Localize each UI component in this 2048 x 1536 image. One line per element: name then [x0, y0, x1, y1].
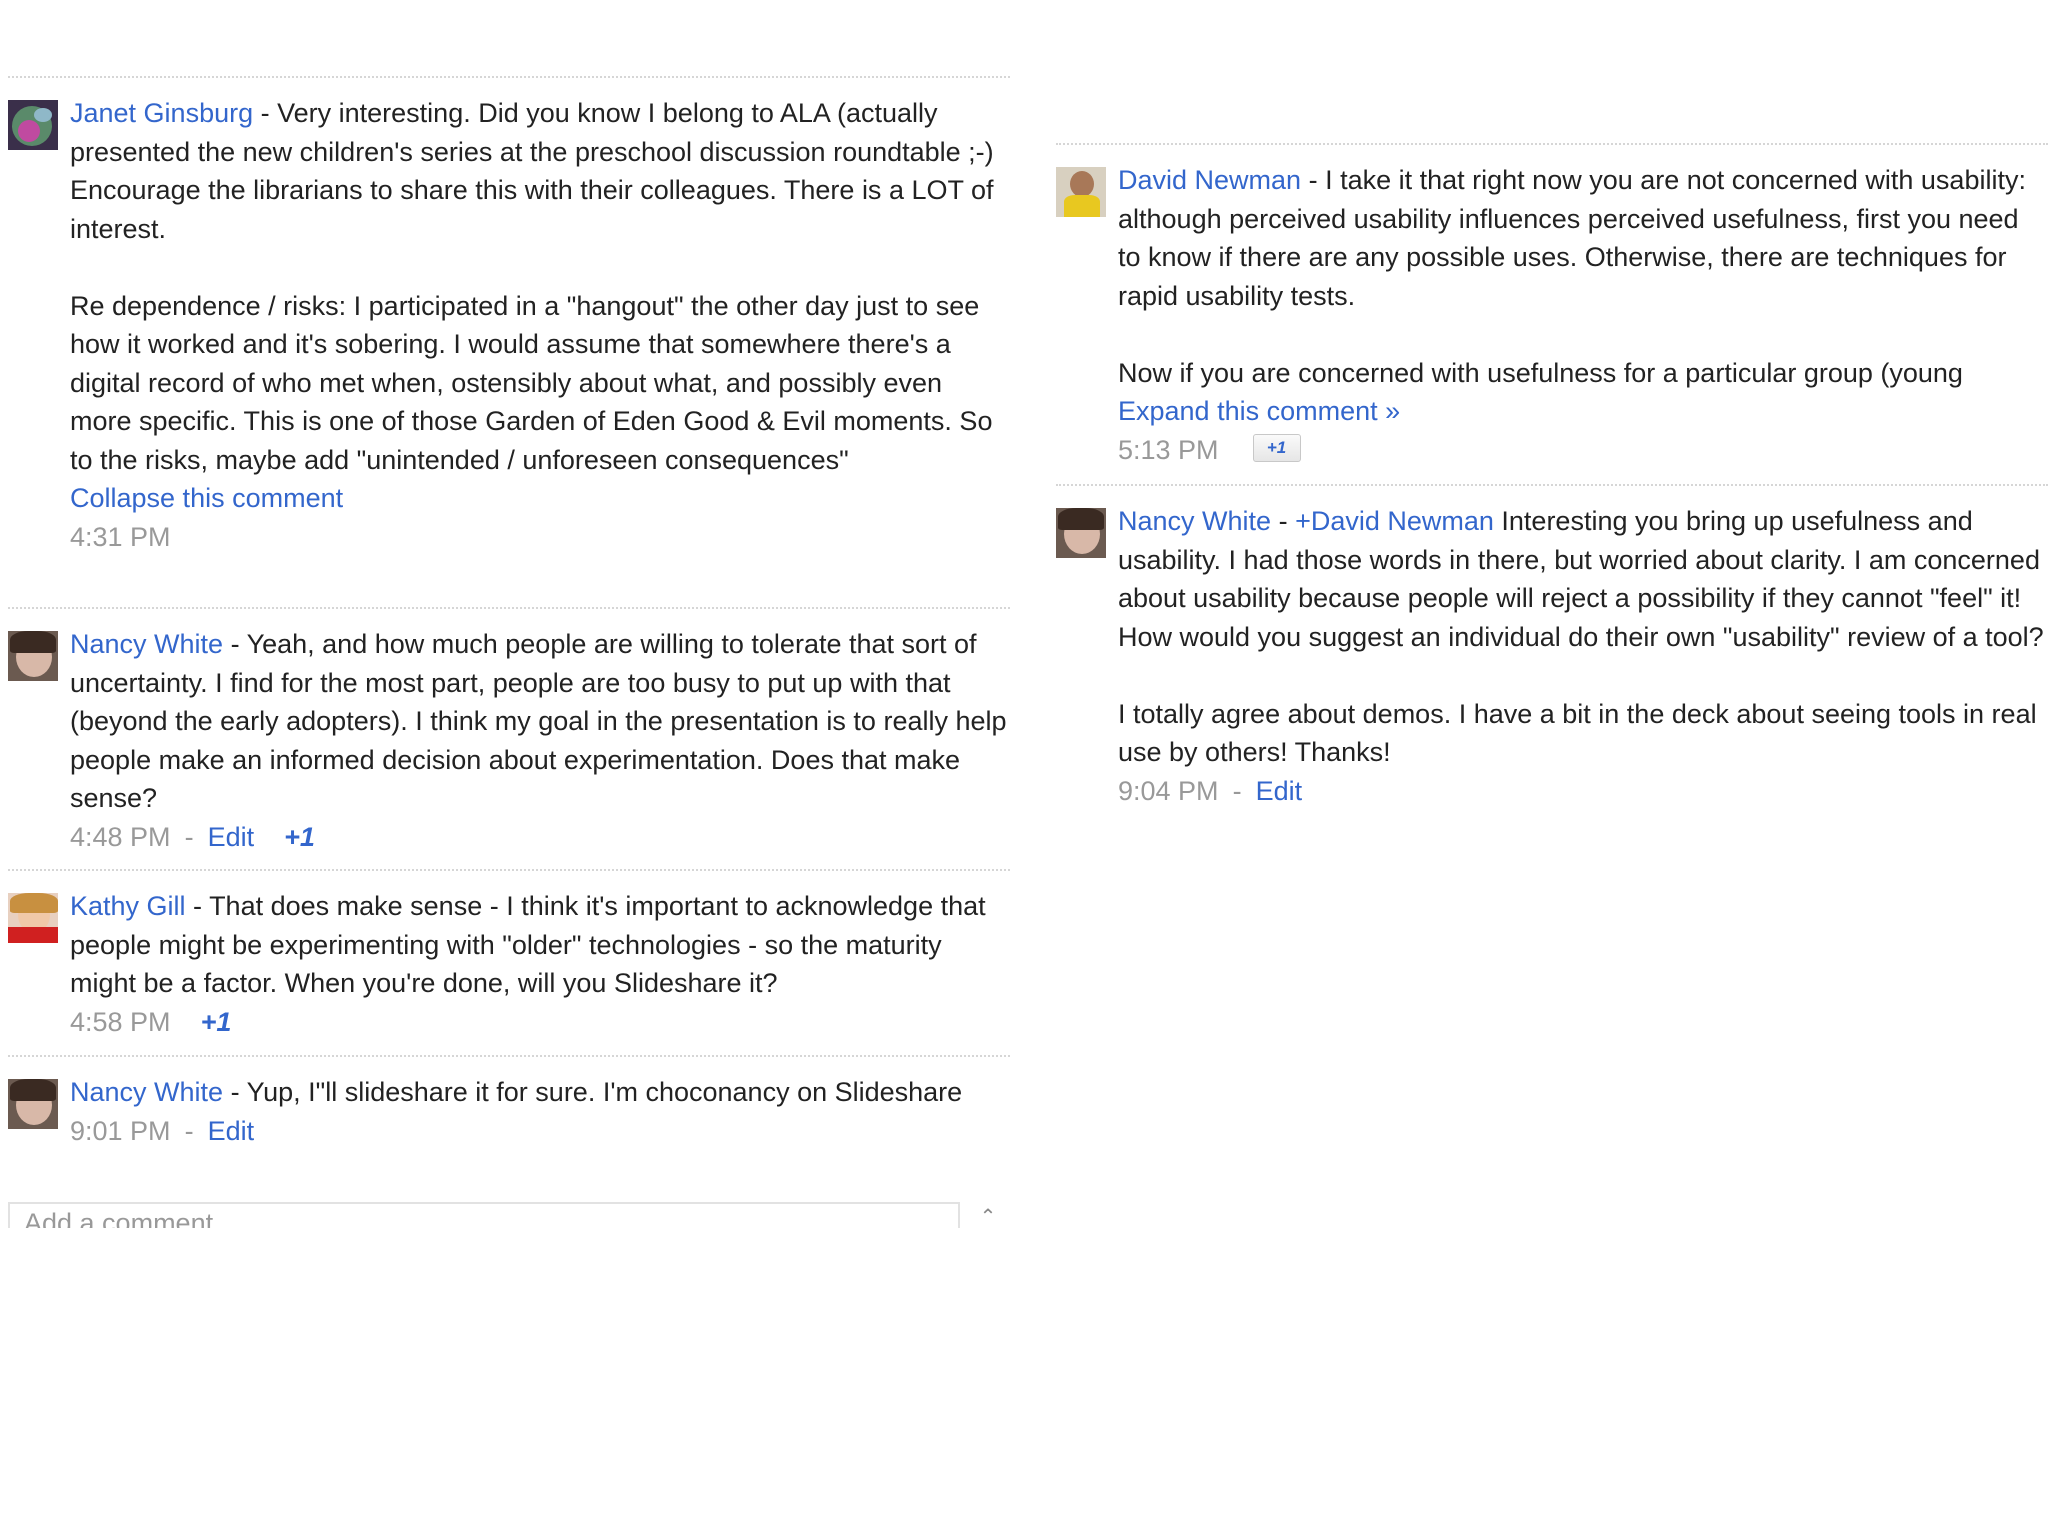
comment-body: Nancy White - Yeah, and how much people … — [70, 625, 1010, 856]
comment-text: I totally agree about demos. I have a bi… — [1118, 698, 2037, 768]
mention-link[interactable]: +David Newman — [1295, 506, 1494, 536]
author-link[interactable]: David Newman — [1118, 165, 1301, 195]
plus-one-button[interactable]: +1 — [201, 1007, 232, 1037]
timestamp: 5:13 PM — [1118, 434, 1219, 465]
author-separator: - — [1271, 506, 1296, 536]
author-link[interactable]: Nancy White — [1118, 506, 1271, 536]
edit-link[interactable]: Edit — [1256, 776, 1303, 806]
timestamp: 4:31 PM — [70, 521, 171, 552]
plus-one-button[interactable]: +1 — [284, 822, 315, 852]
comment-text: Now if you are concerned with usefulness… — [1118, 357, 1963, 388]
timestamp: 9:04 PM — [1118, 775, 1219, 806]
comment-body: Nancy White - +David Newman Interesting … — [1118, 502, 2048, 810]
comment-divider — [8, 869, 1010, 871]
comment-divider — [1056, 484, 2048, 486]
avatar[interactable] — [8, 893, 58, 943]
comment-body: Janet Ginsburg - Very interesting. Did y… — [70, 94, 1010, 556]
avatar[interactable] — [1056, 508, 1106, 558]
comment-divider — [1056, 143, 2048, 145]
collapse-comment-link[interactable]: Collapse this comment — [70, 479, 1010, 518]
add-comment-input[interactable] — [24, 1208, 924, 1228]
author-link[interactable]: Nancy White — [70, 1077, 223, 1107]
expand-comment-link[interactable]: Expand this comment » — [1118, 392, 2048, 431]
author-separator: - — [185, 891, 210, 921]
comment-body: David Newman - I take it that right now … — [1118, 161, 2048, 469]
timestamp: 9:01 PM — [70, 1115, 171, 1146]
comment-divider — [8, 76, 1010, 78]
meta-separator: - — [1232, 775, 1242, 806]
edit-link[interactable]: Edit — [208, 1116, 255, 1146]
author-link[interactable]: Nancy White — [70, 629, 223, 659]
comment-divider — [8, 1055, 1010, 1057]
avatar[interactable] — [8, 631, 58, 681]
author-separator: - — [223, 629, 247, 659]
meta-separator: - — [184, 821, 194, 852]
add-comment-box[interactable] — [8, 1202, 960, 1228]
author-separator: - — [1301, 165, 1326, 195]
meta-separator: - — [184, 1115, 194, 1146]
timestamp: 4:58 PM — [70, 1006, 171, 1037]
comment-body: Kathy Gill - That does make sense - I th… — [70, 887, 1010, 1041]
avatar[interactable] — [8, 1079, 58, 1129]
chevron-double-up-icon[interactable]: ⌃ — [976, 1205, 1000, 1229]
comment-text: Re dependence / risks: I participated in… — [70, 290, 993, 475]
edit-link[interactable]: Edit — [208, 822, 255, 852]
comment-text: Yup, I"ll slideshare it for sure. I'm ch… — [246, 1077, 963, 1107]
author-separator: - — [223, 1077, 247, 1107]
author-link[interactable]: Kathy Gill — [70, 891, 186, 921]
author-link[interactable]: Janet Ginsburg — [70, 98, 253, 128]
avatar[interactable] — [8, 100, 58, 150]
avatar[interactable] — [1056, 167, 1106, 217]
comment-divider — [8, 607, 1010, 609]
plus-one-button[interactable]: +1 — [1252, 434, 1301, 463]
comment-body: Nancy White - Yup, I"ll slideshare it fo… — [70, 1073, 1010, 1150]
timestamp: 4:48 PM — [70, 821, 171, 852]
author-separator: - — [253, 98, 278, 128]
